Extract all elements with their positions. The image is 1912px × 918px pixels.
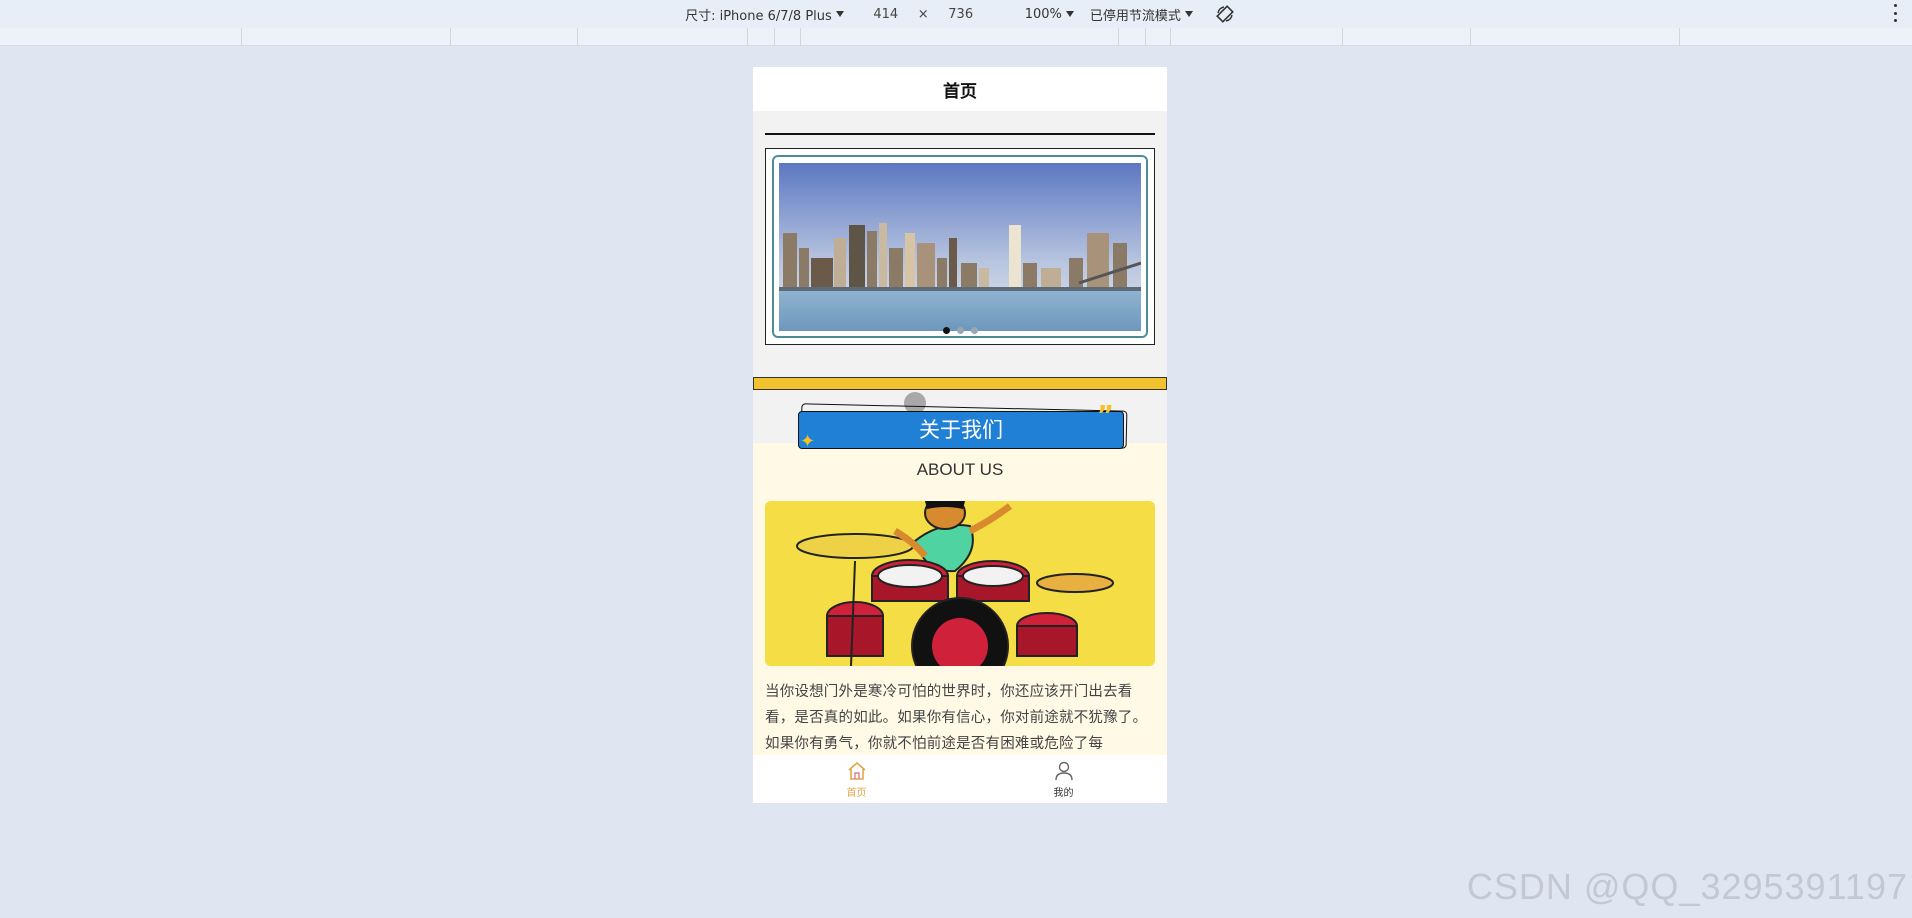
banner-section <box>753 111 1167 443</box>
chevron-down-icon <box>835 11 844 17</box>
sparkle-icon: ✦ <box>800 431 816 452</box>
divider <box>765 133 1155 135</box>
tab-mine-label: 我的 <box>1053 787 1074 799</box>
tab-bar: 首页 我的 <box>753 755 1167 803</box>
device-select[interactable]: 尺寸: iPhone 6/7/8 Plus <box>685 5 844 24</box>
watermark: CSDN @QQ_3295391197 <box>1466 866 1908 907</box>
swiper-dot[interactable] <box>942 327 950 334</box>
zoom-select[interactable]: 100% <box>1025 7 1074 22</box>
viewport-width-input[interactable]: 414 <box>860 7 912 22</box>
chevron-down-icon <box>1184 11 1193 17</box>
throttle-select[interactable]: 已停用节流模式 <box>1090 5 1193 24</box>
user-icon <box>1054 761 1073 780</box>
section-title: 关于我们 <box>798 411 1124 449</box>
home-icon <box>847 761 866 780</box>
swiper-dot[interactable] <box>956 327 964 334</box>
phone-viewport: 首页 关于我们 ” ✦ ABOUT US 当你设想门外是寒冷可怕的世界时，你还应… <box>753 67 1167 803</box>
about-title-block: 关于我们 ” ✦ <box>798 403 1128 452</box>
zoom-label: 100% <box>1024 6 1062 22</box>
swiper-frame <box>765 148 1155 345</box>
chevron-down-icon <box>1065 11 1074 17</box>
section-divider-bar <box>753 377 1167 390</box>
device-size-label: 尺寸: iPhone 6/7/8 Plus <box>685 8 832 24</box>
tab-mine[interactable]: 我的 <box>960 755 1167 803</box>
quote-icon: ” <box>1096 401 1114 431</box>
navigation-bar: 首页 <box>753 67 1167 111</box>
about-paragraph: 当你设想门外是寒冷可怕的世界时，你还应该开门出去看看，是否真的如此。如果你有信心… <box>765 684 1148 752</box>
swiper-dot[interactable] <box>970 327 978 334</box>
more-options-icon[interactable] <box>1894 4 1898 22</box>
media-query-ruler <box>0 28 1912 46</box>
page-title: 首页 <box>943 81 977 102</box>
tab-home-label: 首页 <box>846 787 867 799</box>
rotate-icon[interactable] <box>1215 4 1235 24</box>
throttle-label: 已停用节流模式 <box>1089 8 1181 24</box>
dimension-separator: × <box>917 6 929 22</box>
viewport-dimensions: 414 × 736 <box>860 7 987 22</box>
image-swiper[interactable] <box>772 155 1148 338</box>
section-title-text: 关于我们 <box>919 418 1003 442</box>
drummer-illustration <box>765 501 1155 666</box>
viewport-height-input[interactable]: 736 <box>935 7 987 22</box>
city-skyline-image <box>779 163 1141 331</box>
device-toolbar: 尺寸: iPhone 6/7/8 Plus 414 × 736 100% 已停用… <box>0 0 1912 28</box>
section-subtitle: ABOUT US <box>916 460 1004 479</box>
tab-home[interactable]: 首页 <box>753 755 960 803</box>
swiper-indicators <box>774 327 1146 334</box>
